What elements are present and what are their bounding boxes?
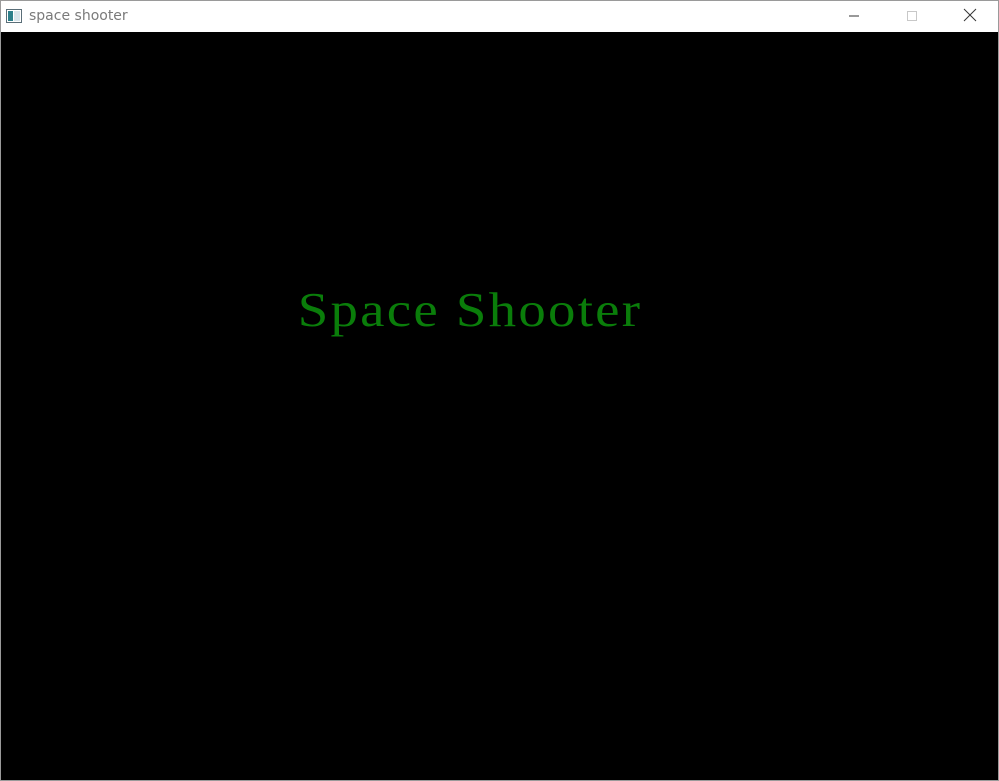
close-icon <box>963 7 977 26</box>
game-canvas[interactable]: Space Shooter <box>1 32 998 780</box>
title-bar[interactable]: space shooter <box>1 1 998 32</box>
app-window: space shooter Space Shooter <box>0 0 999 781</box>
maximize-icon <box>906 7 918 26</box>
maximize-button[interactable] <box>883 1 941 32</box>
close-button[interactable] <box>941 1 999 32</box>
minimize-icon <box>848 7 860 26</box>
application-window-icon <box>6 8 22 23</box>
game-title: Space Shooter <box>297 282 643 337</box>
minimize-button[interactable] <box>825 1 883 32</box>
window-title: space shooter <box>29 8 128 24</box>
